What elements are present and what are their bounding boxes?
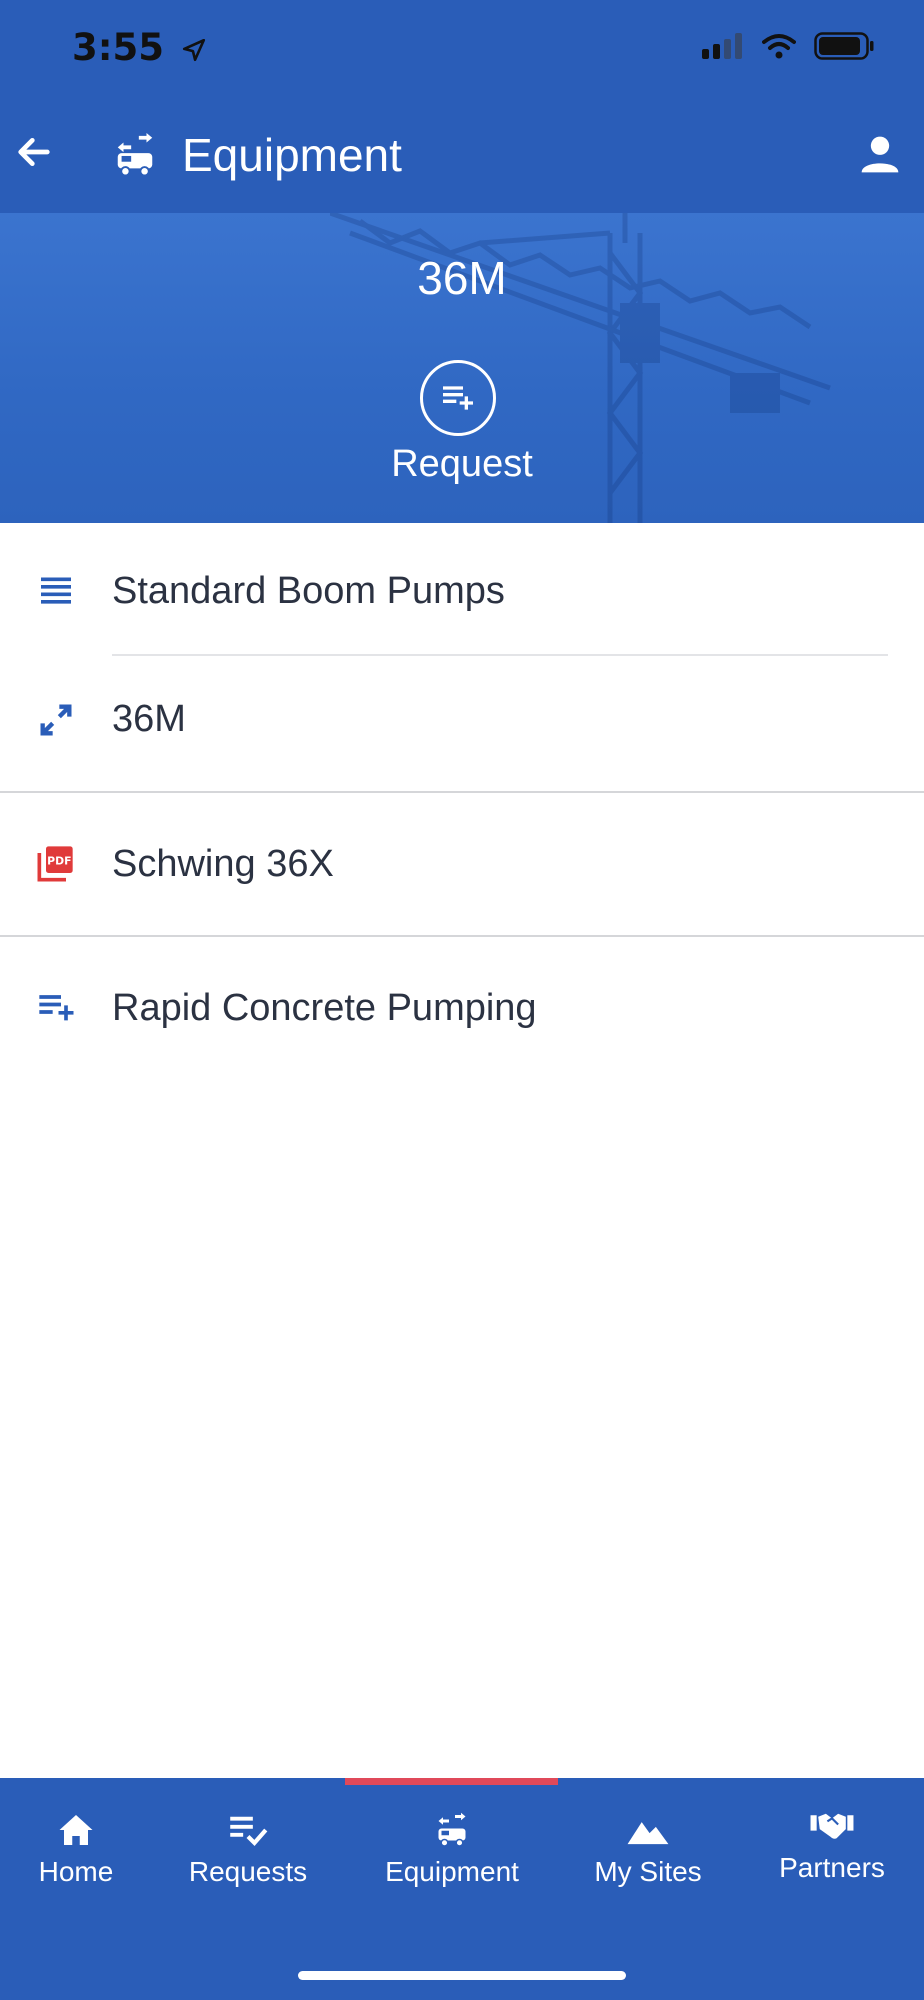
svg-text:PDF: PDF [47, 855, 71, 868]
list-item-pdf[interactable]: PDF Schwing 36X [0, 793, 924, 937]
list-item-category[interactable]: Standard Boom Pumps [0, 523, 924, 656]
request-button[interactable] [420, 360, 496, 436]
tab-home[interactable]: Home [20, 1812, 132, 1902]
tab-requests[interactable]: Requests [176, 1812, 320, 1902]
list-item-label: Standard Boom Pumps [112, 570, 505, 612]
list-icon [41, 577, 71, 604]
list-item-label: Rapid Concrete Pumping [112, 987, 537, 1029]
page-title: Equipment [182, 129, 402, 181]
tab-label: Home [38, 1856, 114, 1887]
tab-equipment[interactable]: Equipment [372, 1812, 532, 1902]
hero-banner: 36M Request [0, 213, 924, 523]
bottom-tab-bar: Home Requests Equipment My Sites Partner… [0, 1778, 924, 2000]
mountain-icon [627, 1822, 669, 1845]
list-item-label: Schwing 36X [112, 843, 334, 885]
requests-icon [230, 1816, 268, 1846]
tab-my-sites[interactable]: My Sites [586, 1812, 710, 1902]
signal-icon [702, 33, 742, 59]
tab-label: Requests [188, 1856, 308, 1887]
home-icon [59, 1815, 93, 1845]
expand-icon [40, 704, 72, 736]
tab-partners[interactable]: Partners [770, 1808, 894, 1898]
equipment-title: 36M [417, 252, 507, 304]
tab-label: Equipment [385, 1856, 519, 1887]
playlist-add-icon [39, 995, 74, 1021]
equipment-icon [117, 132, 153, 177]
home-indicator [298, 1971, 626, 1980]
handshake-icon [810, 1813, 854, 1839]
list-item-provider[interactable]: Rapid Concrete Pumping [0, 937, 924, 1081]
tab-label: My Sites [594, 1856, 702, 1887]
pdf-icon: PDF [37, 846, 73, 882]
playlist-add-icon [443, 386, 473, 410]
wifi-icon [762, 34, 796, 59]
tab-label: Partners [779, 1852, 885, 1883]
back-arrow-icon[interactable] [14, 132, 54, 172]
status-icons [702, 32, 874, 60]
battery-icon [814, 32, 874, 60]
equipment-icon [438, 1812, 466, 1847]
status-time: 3:55 [72, 26, 207, 69]
request-label[interactable]: Request [0, 443, 924, 486]
user-icon[interactable] [858, 132, 902, 176]
equipment-detail-list: Standard Boom Pumps 36M PDF Schwing 36X … [0, 523, 924, 1081]
list-item-size[interactable]: 36M [0, 656, 924, 793]
active-tab-indicator [345, 1778, 558, 1785]
location-arrow-icon [182, 38, 205, 61]
list-item-label: 36M [112, 698, 186, 740]
